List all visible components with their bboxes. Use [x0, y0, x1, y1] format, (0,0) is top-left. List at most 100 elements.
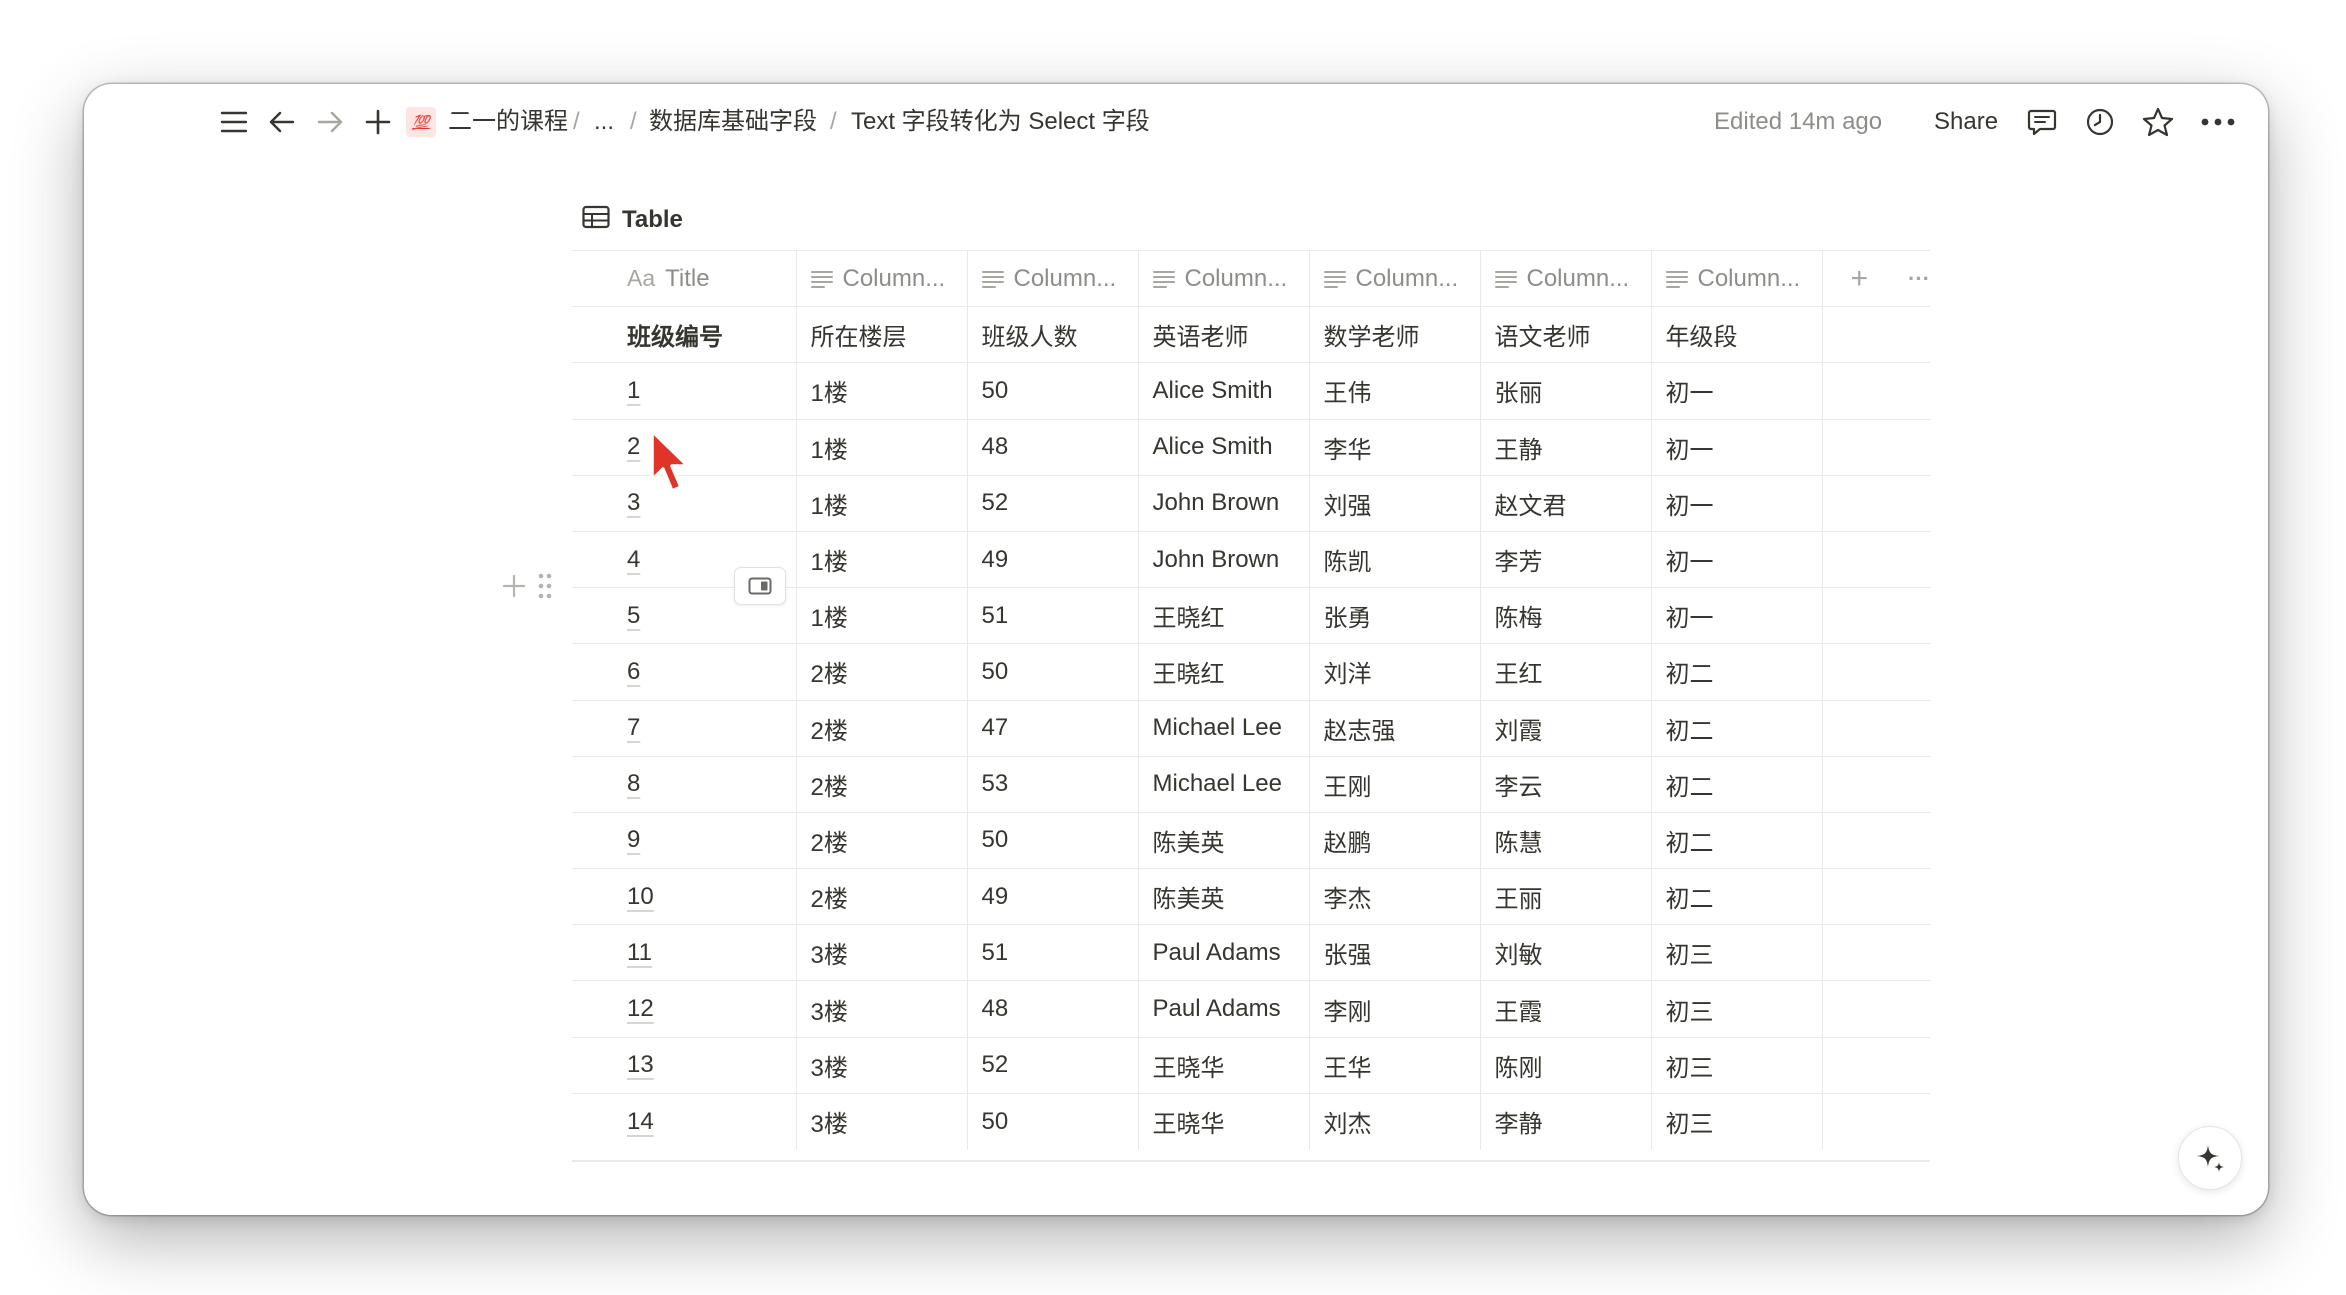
- table-cell[interactable]: 初二: [1651, 643, 1823, 700]
- table-cell[interactable]: 王霞: [1480, 980, 1652, 1038]
- row-title-link[interactable]: 9: [627, 826, 640, 853]
- table-cell[interactable]: 赵志强: [1309, 699, 1481, 757]
- table-cell[interactable]: 初一: [1651, 587, 1823, 644]
- table-cell[interactable]: 王华: [1309, 1036, 1481, 1094]
- table-cell[interactable]: 陈慧: [1480, 811, 1652, 869]
- table-cell[interactable]: 2楼: [796, 811, 968, 869]
- table-cell[interactable]: 陈刚: [1480, 1036, 1652, 1094]
- row-title-link[interactable]: 12: [627, 995, 654, 1022]
- table-cell[interactable]: 49: [967, 530, 1139, 588]
- table-row[interactable]: 8 2楼 53 Michael Lee 王刚 李云 初二: [572, 755, 1930, 813]
- table-cell[interactable]: 陈美英: [1138, 811, 1310, 869]
- table-cell[interactable]: 1楼: [796, 362, 968, 420]
- table-cell[interactable]: 48: [967, 418, 1139, 476]
- table-cell[interactable]: 3楼: [796, 1092, 968, 1150]
- row-title-link[interactable]: 7: [627, 714, 640, 741]
- table-view-tab[interactable]: Table: [582, 202, 683, 238]
- column-header[interactable]: Column...: [1651, 250, 1823, 307]
- share-button[interactable]: Share: [1934, 104, 1998, 140]
- add-row-plus-icon[interactable]: [502, 574, 526, 603]
- table-cell[interactable]: 王丽: [1480, 868, 1652, 925]
- table-cell[interactable]: 1楼: [796, 530, 968, 588]
- table-cell[interactable]: 刘洋: [1309, 643, 1481, 700]
- table-cell[interactable]: 初二: [1651, 868, 1823, 925]
- table-cell[interactable]: 51: [967, 924, 1139, 981]
- table-row[interactable]: 12 3楼 48 Paul Adams 李刚 王霞 初三: [572, 980, 1930, 1038]
- table-cell[interactable]: 张勇: [1309, 587, 1481, 644]
- table-cell[interactable]: 2楼: [796, 643, 968, 700]
- table-cell[interactable]: 王晓华: [1138, 1036, 1310, 1094]
- row-title-cell[interactable]: 6: [572, 643, 797, 700]
- table-cell[interactable]: 刘强: [1309, 474, 1481, 532]
- row-title-cell[interactable]: 12: [572, 980, 797, 1038]
- table-cell[interactable]: 初一: [1651, 530, 1823, 588]
- table-cell[interactable]: 50: [967, 643, 1139, 700]
- drag-handle-icon[interactable]: [538, 573, 552, 604]
- table-cell[interactable]: 初三: [1651, 924, 1823, 981]
- table-row[interactable]: 14 3楼 50 王晓华 刘杰 李静 初三: [572, 1092, 1930, 1150]
- table-cell[interactable]: Paul Adams: [1138, 924, 1310, 981]
- table-cell[interactable]: 49: [967, 868, 1139, 925]
- page-emoji-icon[interactable]: 💯: [404, 104, 438, 140]
- add-column-button[interactable]: +: [1851, 262, 1869, 296]
- table-cell[interactable]: 初三: [1651, 980, 1823, 1038]
- table-row[interactable]: 1 1楼 50 Alice Smith 王伟 张丽 初一: [572, 362, 1930, 420]
- breadcrumb-root[interactable]: 二一的课程: [448, 104, 568, 140]
- table-cell[interactable]: 50: [967, 1092, 1139, 1150]
- table-cell[interactable]: 1楼: [796, 418, 968, 476]
- column-header[interactable]: Column...: [967, 250, 1139, 307]
- table-cell[interactable]: 赵文君: [1480, 474, 1652, 532]
- table-cell[interactable]: 2楼: [796, 868, 968, 925]
- table-cell[interactable]: 王伟: [1309, 362, 1481, 420]
- row-title-link[interactable]: 3: [627, 489, 640, 516]
- table-cell[interactable]: 王刚: [1309, 755, 1481, 813]
- table-cell[interactable]: 初一: [1651, 418, 1823, 476]
- column-options-button[interactable]: ···: [1908, 266, 1930, 292]
- row-title-cell[interactable]: 13: [572, 1036, 797, 1094]
- table-cell[interactable]: John Brown: [1138, 530, 1310, 588]
- table-cell[interactable]: 52: [967, 474, 1139, 532]
- table-cell[interactable]: 张丽: [1480, 362, 1652, 420]
- table-cell[interactable]: 李杰: [1309, 868, 1481, 925]
- table-cell[interactable]: 3楼: [796, 980, 968, 1038]
- table-cell[interactable]: 初二: [1651, 699, 1823, 757]
- table-cell[interactable]: 3楼: [796, 924, 968, 981]
- table-cell[interactable]: 1楼: [796, 474, 968, 532]
- row-title-cell[interactable]: 11: [572, 924, 797, 981]
- table-cell[interactable]: 初三: [1651, 1036, 1823, 1094]
- table-cell[interactable]: 50: [967, 811, 1139, 869]
- table-row[interactable]: 11 3楼 51 Paul Adams 张强 刘敏 初三: [572, 924, 1930, 981]
- ai-assistant-button[interactable]: [2178, 1126, 2242, 1190]
- row-title-link[interactable]: 13: [627, 1051, 654, 1078]
- star-icon[interactable]: [2140, 104, 2176, 140]
- table-cell[interactable]: 李芳: [1480, 530, 1652, 588]
- table-cell[interactable]: 语文老师: [1480, 306, 1652, 363]
- table-cell[interactable]: 所在楼层: [796, 306, 968, 363]
- comment-icon[interactable]: [2024, 104, 2060, 140]
- table-cell[interactable]: 初一: [1651, 474, 1823, 532]
- more-horizontal-icon[interactable]: [2198, 104, 2238, 140]
- table-cell[interactable]: 初三: [1651, 1092, 1823, 1150]
- table-cell[interactable]: John Brown: [1138, 474, 1310, 532]
- table-cell[interactable]: 张强: [1309, 924, 1481, 981]
- row-title-link[interactable]: 1: [627, 377, 640, 404]
- row-title-link[interactable]: 10: [627, 883, 654, 910]
- row-title-cell[interactable]: 1: [572, 362, 797, 420]
- table-cell[interactable]: 刘霞: [1480, 699, 1652, 757]
- row-title-link[interactable]: 8: [627, 770, 640, 797]
- table-cell[interactable]: 刘敏: [1480, 924, 1652, 981]
- table-cell[interactable]: 王晓红: [1138, 643, 1310, 700]
- clock-icon[interactable]: [2082, 104, 2118, 140]
- column-header[interactable]: Column...: [1138, 250, 1310, 307]
- table-cell[interactable]: 初二: [1651, 811, 1823, 869]
- table-cell[interactable]: 2楼: [796, 755, 968, 813]
- table-row[interactable]: 13 3楼 52 王晓华 王华 陈刚 初三: [572, 1036, 1930, 1094]
- table-cell[interactable]: 数学老师: [1309, 306, 1481, 363]
- table-cell[interactable]: 赵鹏: [1309, 811, 1481, 869]
- table-cell[interactable]: 李华: [1309, 418, 1481, 476]
- table-cell[interactable]: 2楼: [796, 699, 968, 757]
- table-cell[interactable]: Alice Smith: [1138, 418, 1310, 476]
- table-cell[interactable]: 李云: [1480, 755, 1652, 813]
- table-cell[interactable]: 英语老师: [1138, 306, 1310, 363]
- table-cell[interactable]: 陈梅: [1480, 587, 1652, 644]
